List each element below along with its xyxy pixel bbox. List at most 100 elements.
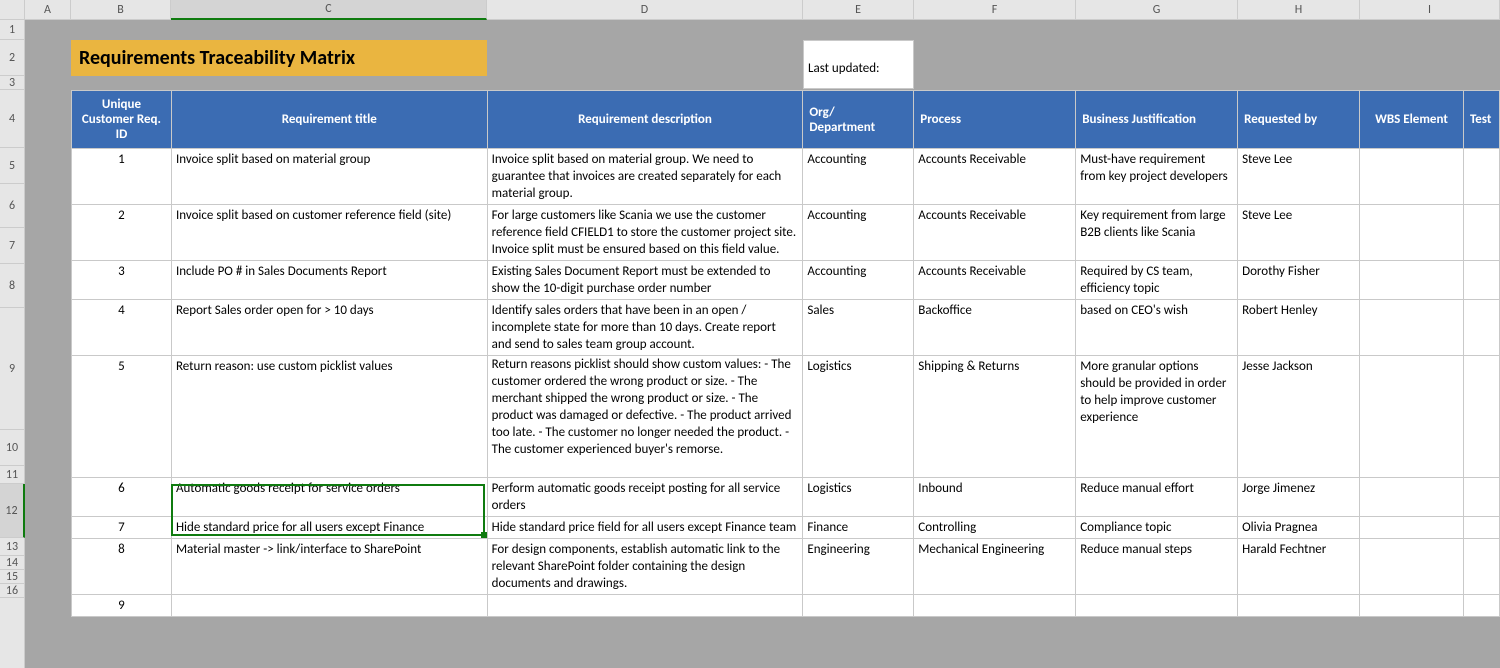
cell-title[interactable]: Material master -> link/interface to Sha… — [171, 539, 487, 595]
cell-org[interactable]: Accounting — [803, 149, 914, 205]
th-desc[interactable]: Requirement description — [487, 91, 803, 149]
cell-process[interactable]: Controlling — [914, 517, 1076, 539]
cell-wbs[interactable] — [1360, 478, 1464, 517]
cell-org[interactable]: Finance — [803, 517, 914, 539]
col-header-F[interactable]: F — [914, 0, 1076, 20]
cell-by[interactable]: Jorge Jimenez — [1238, 478, 1360, 517]
cell-id[interactable]: 5 — [72, 356, 172, 478]
cell-desc[interactable]: Existing Sales Document Report must be e… — [487, 261, 803, 300]
cell-id[interactable]: 8 — [72, 539, 172, 595]
cell-process[interactable]: Shipping & Returns — [914, 356, 1076, 478]
row-header-3[interactable]: 3 — [0, 76, 25, 90]
cell-title[interactable]: Hide standard price for all users except… — [171, 517, 487, 539]
cell-desc[interactable]: Perform automatic goods receipt posting … — [487, 478, 803, 517]
cell-id[interactable]: 1 — [72, 149, 172, 205]
col-header-E[interactable]: E — [803, 0, 914, 20]
cell-bj[interactable]: Key requirement from large B2B clients l… — [1076, 205, 1238, 261]
cell-by[interactable]: Steve Lee — [1238, 149, 1360, 205]
cell-desc[interactable]: Identify sales orders that have been in … — [487, 300, 803, 356]
cell-title[interactable]: Report Sales order open for > 10 days — [171, 300, 487, 356]
row-header-5[interactable]: 5 — [0, 148, 25, 184]
cell-test[interactable] — [1463, 300, 1499, 356]
cell-test[interactable] — [1463, 261, 1499, 300]
col-header-H[interactable]: H — [1238, 0, 1360, 20]
row-header-13[interactable]: 13 — [0, 538, 25, 556]
cell-process[interactable]: Mechanical Engineering — [914, 539, 1076, 595]
cell-process[interactable]: Inbound — [914, 478, 1076, 517]
cell-org[interactable] — [803, 595, 914, 617]
cell-org[interactable]: Sales — [803, 300, 914, 356]
select-all-corner[interactable] — [0, 0, 25, 20]
cell-id[interactable]: 3 — [72, 261, 172, 300]
cell-process[interactable]: Accounts Receivable — [914, 205, 1076, 261]
row-header-11[interactable]: 11 — [0, 466, 25, 484]
cell-org[interactable]: Accounting — [803, 261, 914, 300]
th-id[interactable]: Unique Customer Req. ID — [72, 91, 172, 149]
cell-title[interactable]: Include PO # in Sales Documents Report — [171, 261, 487, 300]
cell-id[interactable]: 6 — [72, 478, 172, 517]
th-org[interactable]: Org/ Department — [803, 91, 914, 149]
row-header-4[interactable]: 4 — [0, 90, 25, 148]
row-header-15[interactable]: 15 — [0, 570, 25, 584]
col-header-C[interactable]: C — [171, 0, 487, 20]
cell-title[interactable] — [171, 595, 487, 617]
cell-wbs[interactable] — [1360, 595, 1464, 617]
th-process[interactable]: Process — [914, 91, 1076, 149]
cell-bj[interactable]: Reduce manual effort — [1076, 478, 1238, 517]
cell-org[interactable]: Accounting — [803, 205, 914, 261]
cell-org[interactable]: Logistics — [803, 356, 914, 478]
cell-wbs[interactable] — [1360, 261, 1464, 300]
sheet-area[interactable]: Requirements Traceability Matrix Last up… — [25, 20, 1500, 668]
cell-bj[interactable]: Reduce manual steps — [1076, 539, 1238, 595]
col-header-A[interactable]: A — [25, 0, 71, 20]
cell-bj[interactable]: based on CEO's wish — [1076, 300, 1238, 356]
row-header-2[interactable]: 2 — [0, 40, 25, 76]
cell-test[interactable] — [1463, 205, 1499, 261]
th-bj[interactable]: Business Justification — [1076, 91, 1238, 149]
cell-desc[interactable]: Hide standard price field for all users … — [487, 517, 803, 539]
th-title[interactable]: Requirement title — [171, 91, 487, 149]
cell-desc[interactable] — [487, 595, 803, 617]
cell-wbs[interactable] — [1360, 300, 1464, 356]
cell-id[interactable]: 4 — [72, 300, 172, 356]
cell-bj[interactable]: Required by CS team, efficiency topic — [1076, 261, 1238, 300]
cell-by[interactable]: Harald Fechtner — [1238, 539, 1360, 595]
cell-bj[interactable] — [1076, 595, 1238, 617]
col-header-B[interactable]: B — [71, 0, 171, 20]
row-header-10[interactable]: 10 — [0, 430, 25, 466]
requirements-table[interactable]: Unique Customer Req. ID Requirement titl… — [71, 90, 1500, 617]
cell-wbs[interactable] — [1360, 517, 1464, 539]
col-header-D[interactable]: D — [487, 0, 803, 20]
row-header-14[interactable]: 14 — [0, 556, 25, 570]
cell-desc[interactable]: Return reasons picklist should show cust… — [487, 356, 803, 478]
col-header-I[interactable]: I — [1360, 0, 1500, 20]
cell-title[interactable]: Return reason: use custom picklist value… — [171, 356, 487, 478]
cell-bj[interactable]: Compliance topic — [1076, 517, 1238, 539]
cell-by[interactable]: Robert Henley — [1238, 300, 1360, 356]
th-test[interactable]: Test — [1463, 91, 1499, 149]
th-by[interactable]: Requested by — [1238, 91, 1360, 149]
cell-by[interactable]: Jesse Jackson — [1238, 356, 1360, 478]
cell-process[interactable]: Accounts Receivable — [914, 149, 1076, 205]
cell-title[interactable]: Automatic goods receipt for service orde… — [171, 478, 487, 517]
cell-test[interactable] — [1463, 517, 1499, 539]
cell-test[interactable] — [1463, 149, 1499, 205]
cell-test[interactable] — [1463, 539, 1499, 595]
cell-wbs[interactable] — [1360, 149, 1464, 205]
cell-desc[interactable]: For design components, establish automat… — [487, 539, 803, 595]
cell-by[interactable]: Olivia Pragnea — [1238, 517, 1360, 539]
cell-org[interactable]: Logistics — [803, 478, 914, 517]
row-header-1[interactable]: 1 — [0, 20, 25, 40]
cell-org[interactable]: Engineering — [803, 539, 914, 595]
row-header-7[interactable]: 7 — [0, 228, 25, 264]
cell-title[interactable]: Invoice split based on customer referenc… — [171, 205, 487, 261]
cell-by[interactable]: Steve Lee — [1238, 205, 1360, 261]
cell-bj[interactable]: More granular options should be provided… — [1076, 356, 1238, 478]
th-wbs[interactable]: WBS Element — [1360, 91, 1464, 149]
cell-test[interactable] — [1463, 356, 1499, 478]
col-header-G[interactable]: G — [1076, 0, 1238, 20]
cell-process[interactable] — [914, 595, 1076, 617]
cell-process[interactable]: Backoffice — [914, 300, 1076, 356]
cell-by[interactable] — [1238, 595, 1360, 617]
row-header-16[interactable]: 16 — [0, 584, 25, 598]
